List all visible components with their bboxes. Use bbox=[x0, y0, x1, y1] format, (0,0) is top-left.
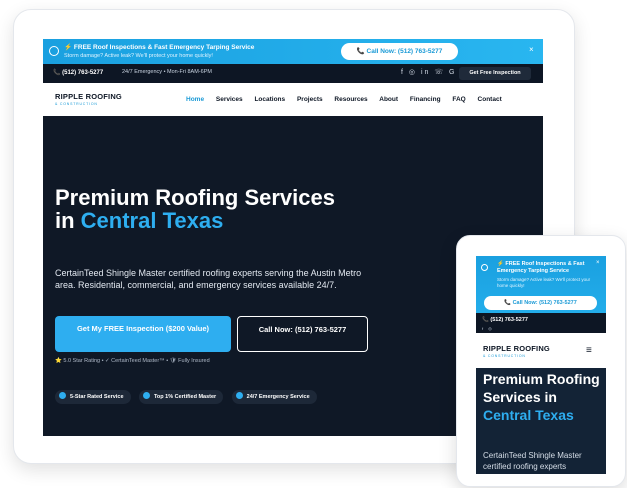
promo-call-button[interactable]: 📞 Call Now: (512) 763-5277 bbox=[341, 43, 458, 60]
social-icons[interactable]: f ◎ in ☏ G bbox=[401, 68, 456, 76]
badge-label: 5-Star Rated Service bbox=[70, 394, 124, 400]
phone-hero-title: Premium Roofing Services in Central Texa… bbox=[483, 370, 603, 424]
phone-promo-subtitle: Storm damage? Active leak? We'll protect… bbox=[497, 277, 591, 288]
badge-label: 24/7 Emergency Service bbox=[246, 394, 310, 400]
promo-title: ⚡ FREE Roof Inspections & Fast Emergency… bbox=[64, 44, 255, 51]
topbar-hours: 24/7 Emergency • Mon-Fri 8AM-6PM bbox=[122, 69, 212, 75]
nav-item-financing[interactable]: Financing bbox=[410, 96, 441, 103]
logo[interactable]: RIPPLE ROOFING & CONSTRUCTION bbox=[483, 344, 563, 360]
badge-certified: Top 1% Certified Master bbox=[138, 390, 224, 404]
free-inspection-button[interactable]: Get Free Inspection bbox=[459, 67, 531, 80]
phone-hero-title-text: Premium Roofing Services in bbox=[483, 371, 600, 405]
social-icons[interactable]: f ◎ bbox=[482, 326, 494, 331]
nav-item-about[interactable]: About bbox=[379, 96, 398, 103]
close-icon[interactable]: × bbox=[529, 45, 534, 54]
close-icon[interactable]: × bbox=[596, 260, 600, 266]
phone-hero-section: Premium Roofing Services in Central Texa… bbox=[476, 368, 606, 474]
logo[interactable]: RIPPLE ROOFING & CONSTRUCTION bbox=[55, 92, 135, 108]
hero-title-highlight: Central Texas bbox=[80, 208, 224, 233]
check-icon bbox=[235, 392, 243, 399]
phone-promo-call-button[interactable]: 📞 Call Now: (512) 763-5277 bbox=[484, 296, 597, 310]
info-icon bbox=[49, 46, 59, 56]
badge-label: Top 1% Certified Master bbox=[153, 394, 217, 400]
nav-item-projects[interactable]: Projects bbox=[297, 96, 323, 103]
topbar-phone[interactable]: 📞 (512) 763-5277 bbox=[53, 69, 103, 76]
badge-emergency: 24/7 Emergency Service bbox=[231, 390, 317, 404]
main-nav: RIPPLE ROOFING & CONSTRUCTION Home Servi… bbox=[43, 83, 543, 116]
logo-name: RIPPLE ROOFING bbox=[55, 92, 122, 101]
trust-line: ⭐ 5.0 Star Rating • ✓ CertainTeed Master… bbox=[55, 358, 210, 364]
nav-item-home[interactable]: Home bbox=[186, 96, 204, 103]
hero-description: CertainTeed Shingle Master certified roo… bbox=[55, 268, 362, 290]
check-icon bbox=[142, 392, 150, 399]
nav-item-faq[interactable]: FAQ bbox=[452, 96, 465, 103]
logo-name: RIPPLE ROOFING bbox=[483, 344, 550, 353]
nav-item-locations[interactable]: Locations bbox=[254, 96, 285, 103]
badge-five-star: 5-Star Rated Service bbox=[55, 390, 131, 404]
phone-promo-banner: ⚡ FREE Roof Inspections & Fast Emergency… bbox=[476, 256, 606, 313]
phone-hero-title-highlight: Central Texas bbox=[483, 407, 574, 423]
nav-item-services[interactable]: Services bbox=[216, 96, 243, 103]
phone-top-bar: 📞 (512) 763-5277 f ◎ bbox=[476, 313, 606, 333]
nav-menu: Home Services Locations Projects Resourc… bbox=[186, 96, 512, 103]
promo-banner: ⚡ FREE Roof Inspections & Fast Emergency… bbox=[43, 39, 543, 64]
call-now-cta[interactable]: Call Now: (512) 763-5277 bbox=[237, 316, 368, 352]
phone-promo-title: ⚡ FREE Roof Inspections & Fast Emergency… bbox=[497, 261, 585, 274]
badge-row: 5-Star Rated Service Top 1% Certified Ma… bbox=[55, 385, 321, 404]
hamburger-menu-icon[interactable]: ≡ bbox=[586, 345, 592, 356]
phone-screen: ⚡ FREE Roof Inspections & Fast Emergency… bbox=[476, 256, 606, 474]
phone-topbar-phone[interactable]: 📞 (512) 763-5277 bbox=[482, 317, 528, 323]
hero-title: Premium Roofing Services in Central Texa… bbox=[55, 186, 355, 232]
check-icon bbox=[59, 392, 66, 399]
phone-hero-description: CertainTeed Shingle Master certified roo… bbox=[483, 451, 582, 471]
free-inspection-cta[interactable]: Get My FREE Inspection ($200 Value) bbox=[55, 316, 231, 352]
logo-subtitle: & CONSTRUCTION bbox=[483, 354, 526, 358]
nav-item-contact[interactable]: Contact bbox=[478, 96, 502, 103]
info-icon bbox=[481, 264, 488, 271]
phone-nav: RIPPLE ROOFING & CONSTRUCTION ≡ bbox=[476, 333, 606, 368]
promo-subtitle: Storm damage? Active leak? We'll protect… bbox=[64, 53, 213, 59]
nav-item-resources[interactable]: Resources bbox=[334, 96, 367, 103]
logo-subtitle: & CONSTRUCTION bbox=[55, 102, 98, 106]
top-bar: 📞 (512) 763-5277 24/7 Emergency • Mon-Fr… bbox=[43, 64, 543, 83]
